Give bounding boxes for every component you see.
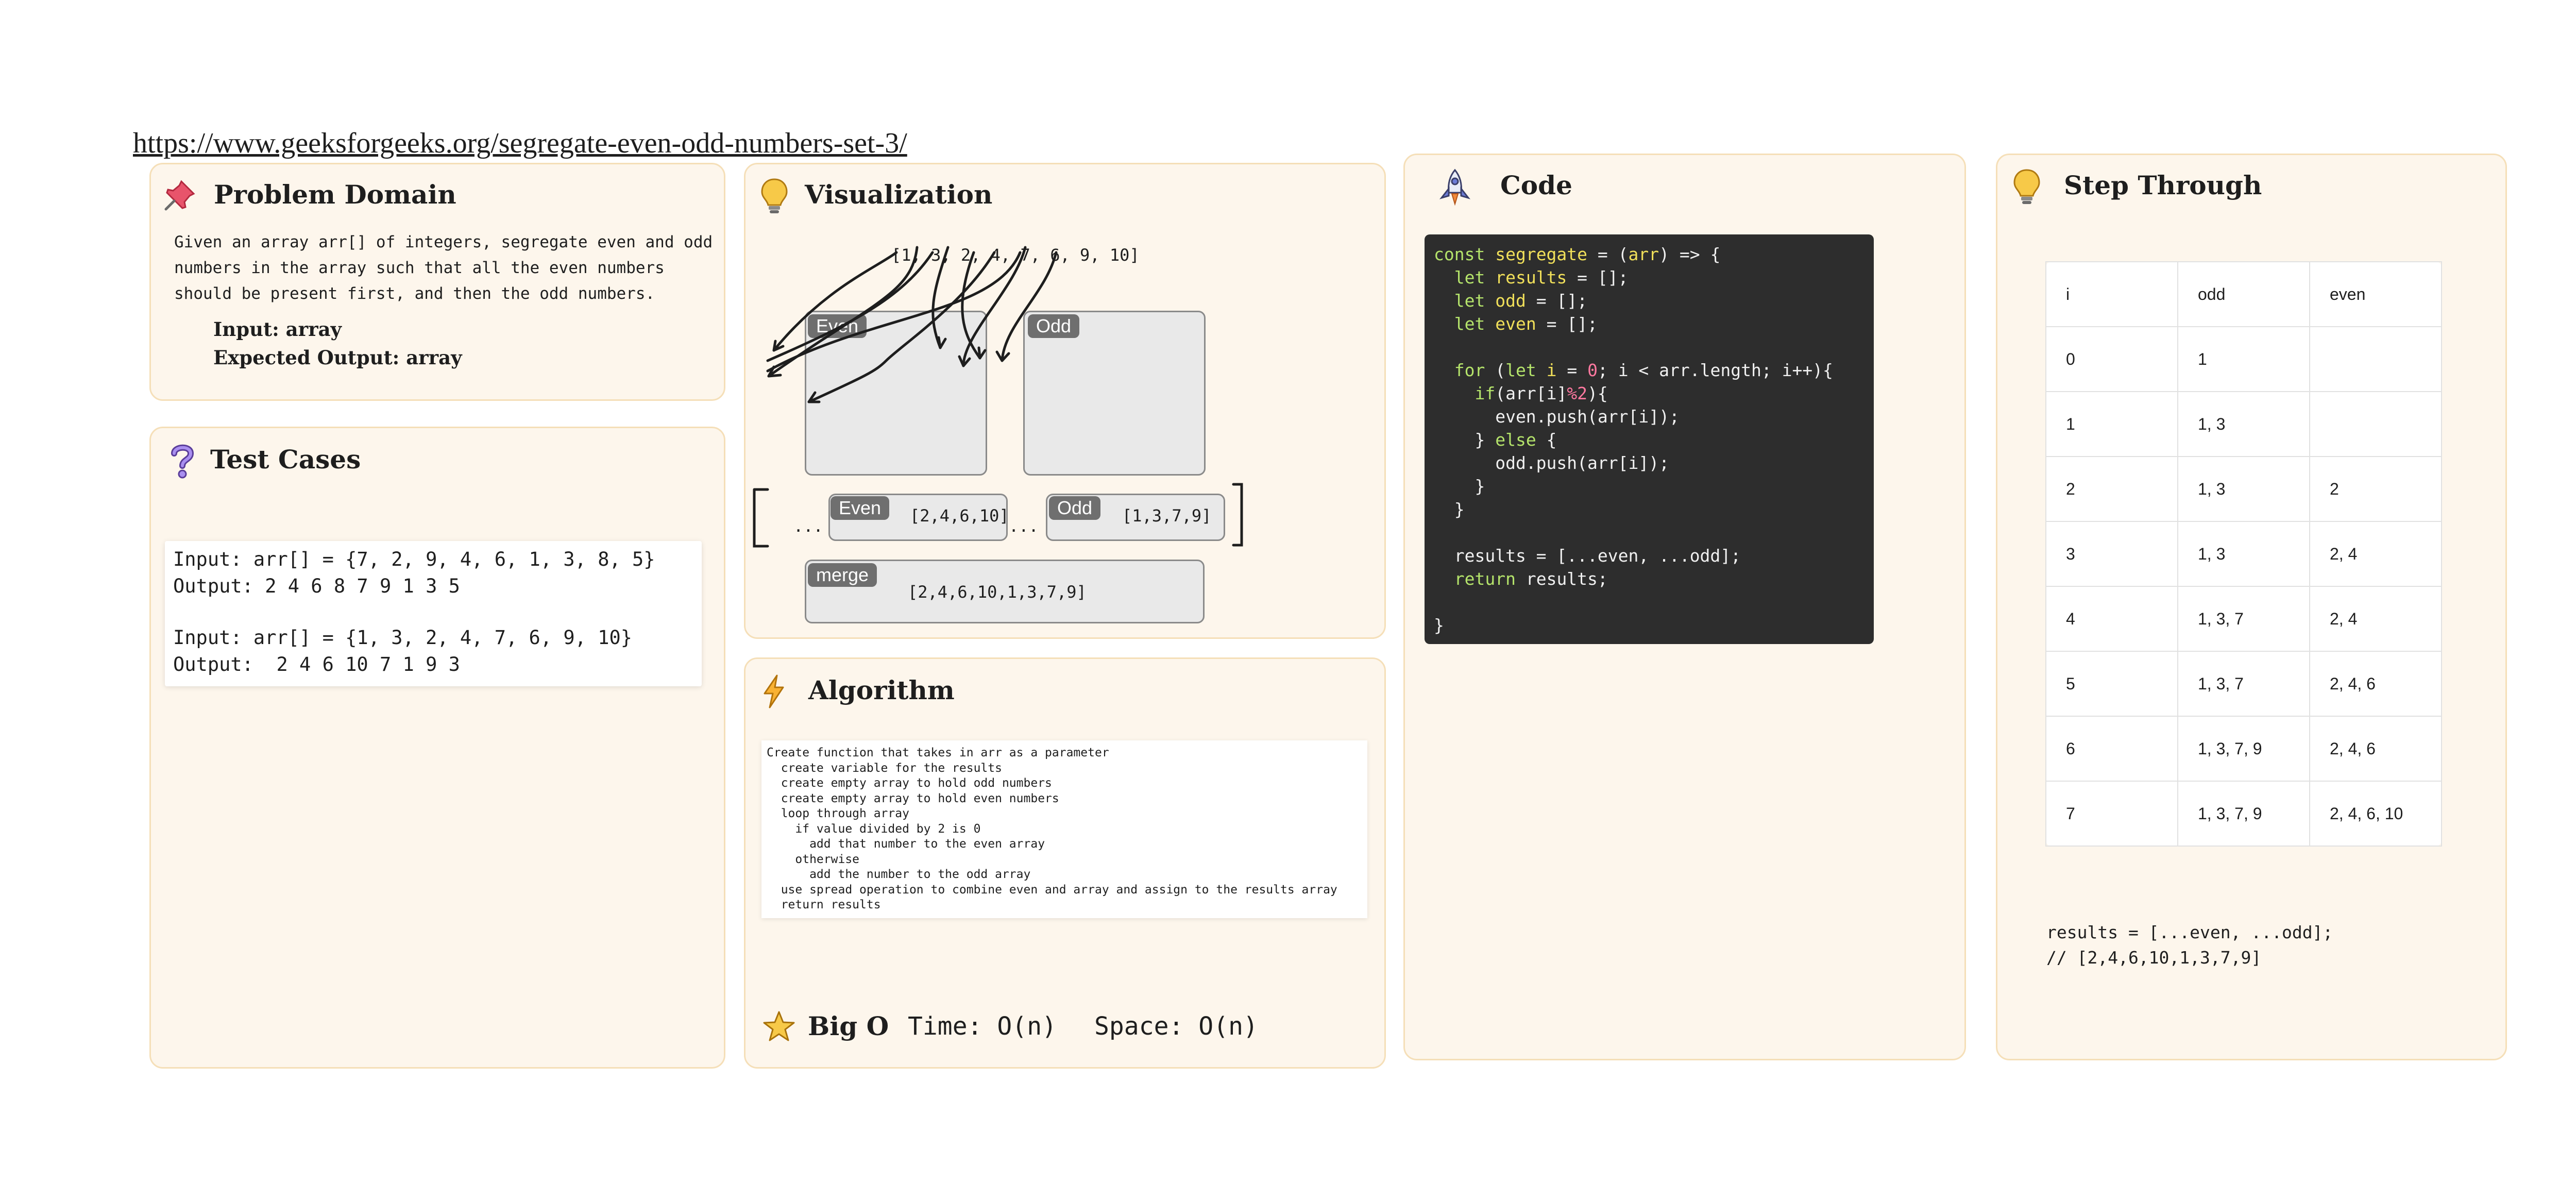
table-cell: 1, 3, 7, 9 [2177,781,2310,847]
lightbulb-icon [2013,169,2040,204]
table-row: 01 [2045,326,2442,392]
table-cell: 2, 4, 6, 10 [2309,781,2442,847]
pushpin-icon [164,180,195,211]
result-line-1: results = [...even, ...odd]; [2046,922,2333,942]
table-cell [2309,391,2442,457]
table-cell: 0 [2045,326,2178,392]
test-case-2-output: Output: 2 4 6 10 7 1 9 3 [173,653,460,675]
table-row: 5 1, 3, 7 2, 4, 6 [2045,651,2442,717]
test-case-1-input: Input: arr[] = {7, 2, 9, 4, 6, 1, 3, 8, … [173,548,655,570]
algorithm-line: add that number to the even array [767,837,1045,851]
table-row: 1 1, 3 [2045,391,2442,457]
merge-values: [2,4,6,10,1,3,7,9] [908,582,1087,602]
algorithm-line: return results [767,898,881,911]
table-cell: 7 [2045,781,2178,847]
table-cell: 2 [2309,456,2442,522]
test-cases-title: Test Cases [210,444,361,475]
space-complexity: Space: O(n) [1094,1012,1258,1041]
table-cell: 2, 4, 6 [2309,651,2442,717]
algorithm-steps: Create function that takes in arr as a p… [761,740,1367,918]
test-case-1-output: Output: 2 4 6 8 7 9 1 3 5 [173,575,460,597]
reference-link[interactable]: https://www.geeksforgeeks.org/segregate-… [133,127,907,160]
table-row: 2 1, 32 [2045,456,2442,522]
time-complexity: Time: O(n) [908,1012,1057,1041]
test-case-2-input: Input: arr[] = {1, 3, 2, 4, 7, 6, 9, 10} [173,627,633,649]
table-cell: 6 [2045,716,2178,782]
test-cases-box: Input: arr[] = {7, 2, 9, 4, 6, 1, 3, 8, … [165,541,702,686]
odd-result-label: Odd [1049,496,1101,520]
odd-result-values: [1,3,7,9] [1122,506,1212,526]
table-cell: 1, 3 [2177,521,2310,587]
star-icon [763,1011,795,1041]
test-cases-panel [149,427,725,1069]
algorithm-title: Algorithm [808,675,955,705]
big-o-title: Big O [808,1011,889,1041]
code-title: Code [1500,170,1572,200]
algorithm-line: Create function that takes in arr as a p… [767,746,1109,759]
table-cell: 2, 4 [2309,521,2442,587]
table-row: 7 1, 3, 7, 9 2, 4, 6, 10 [2045,781,2442,847]
table-cell: 3 [2045,521,2178,587]
table-cell: 1, 3 [2177,391,2310,457]
algorithm-line: create empty array to hold even numbers [767,791,1059,805]
even-result-values: [2,4,6,10] [910,506,1009,526]
table-cell: 1, 3 [2177,456,2310,522]
table-header-cell: even [2309,261,2442,327]
table-cell [2309,326,2442,392]
table-cell: 4 [2045,586,2178,652]
table-header-row: i odd even [2045,261,2442,327]
result-line-2: // [2,4,6,10,1,3,7,9] [2046,948,2262,968]
table-cell: 2 [2045,456,2178,522]
table-cell: 2, 4, 6 [2309,716,2442,782]
algorithm-line: if value divided by 2 is 0 [767,822,981,836]
problem-domain-title: Problem Domain [214,179,456,210]
merge-label: merge [808,563,877,587]
table-row: 4 1, 3, 7 2, 4 [2045,586,2442,652]
lightbulb-icon [761,178,788,213]
table-header-cell: i [2045,261,2178,327]
table-cell: 1, 3, 7 [2177,586,2310,652]
table-cell: 1, 3, 7 [2177,651,2310,717]
algorithm-line: add the number to the odd array [767,868,1031,881]
table-cell: 1 [2045,391,2178,457]
problem-description: Given an array arr[] of integers, segreg… [174,233,713,303]
input-label: Input: array [213,318,342,341]
algorithm-line: create empty array to hold odd numbers [767,776,1052,790]
table-cell: 2, 4 [2309,586,2442,652]
algorithm-line: otherwise [767,852,860,866]
expected-output-label: Expected Output: array [213,346,462,369]
lightning-icon [764,674,784,708]
algorithm-line: use spread operation to combine even and… [767,883,1337,897]
code-block: const segregate = (arr) => { let results… [1425,234,1874,644]
step-through-title: Step Through [2064,170,2262,200]
table-row: 6 1, 3, 7, 9 2, 4, 6 [2045,716,2442,782]
visualization-title: Visualization [805,179,993,210]
table-row: 3 1, 3 2, 4 [2045,521,2442,587]
table-cell: 1, 3, 7, 9 [2177,716,2310,782]
rocket-icon [1439,168,1471,206]
step-through-table: i odd even 0 1 1 1, 3 2 1, 3 2 3 1, 3 2, 4 4 1, 3, 7 2,… [2045,261,2442,847]
question-mark-icon [171,444,194,479]
spread-dots-mid: ... [1009,516,1039,536]
table-cell: 1 [2177,326,2310,392]
spread-dots-left: ... [793,516,823,536]
even-result-label: Even [831,496,890,520]
table-header-cell: odd [2177,261,2310,327]
table-cell: 5 [2045,651,2178,717]
algorithm-line: loop through array [767,807,909,820]
algorithm-line: create variable for the results [767,761,1002,775]
